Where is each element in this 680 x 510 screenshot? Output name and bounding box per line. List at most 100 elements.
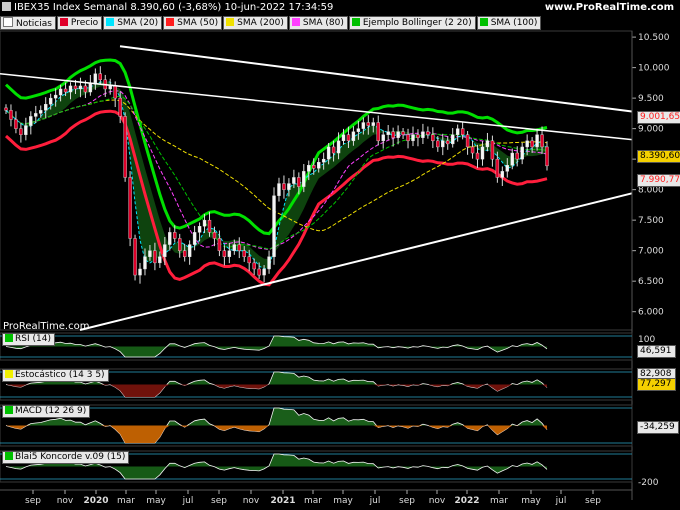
candle-body [326, 146, 331, 160]
watermark: ProRealTime.com [3, 321, 90, 332]
candle-body [475, 152, 480, 160]
candle-body [168, 232, 172, 245]
blai-label[interactable]: Blai5 Koncorde v.09 (15) [2, 451, 130, 464]
blai-swatch [5, 452, 13, 460]
candle-body [316, 161, 321, 169]
candle-body [232, 244, 237, 251]
candle-body [192, 232, 197, 245]
rsi-label-text: RSI (14) [15, 334, 51, 344]
candle-body [267, 256, 271, 270]
price-label-upper: 9.001,65 [637, 111, 680, 124]
candle-body [331, 146, 336, 154]
x-tick-label: 2020 [83, 496, 108, 506]
candle-body [88, 82, 93, 93]
candle-body [302, 171, 306, 187]
x-tick-label: jul [555, 496, 567, 506]
candle-body [371, 122, 375, 126]
candle-body [366, 122, 371, 126]
candle-body [138, 268, 142, 276]
candle-body [272, 195, 276, 257]
macd-value: -34,259 [637, 421, 679, 434]
x-tick-label: sep [211, 496, 227, 506]
candle-body [287, 183, 291, 190]
macd-label-text: MACD (12 26 9) [15, 406, 87, 416]
candle-body [386, 131, 390, 135]
candle-body [540, 134, 544, 148]
x-tick-label: nov [429, 496, 446, 506]
candle-body [401, 131, 405, 135]
candle-body [470, 146, 475, 154]
candle-body [515, 152, 519, 160]
candle-body [391, 131, 395, 138]
y-tick-label: 9.000 [638, 125, 664, 135]
indicator-panels: 100 -200 [0, 332, 659, 488]
candle-body [247, 256, 251, 264]
x-tick-label: may [333, 496, 353, 506]
macd-label[interactable]: MACD (12 26 9) [2, 405, 91, 418]
x-tick-label: sep [585, 496, 601, 506]
candle-body [4, 107, 8, 111]
candle-body [341, 134, 346, 142]
candle-body [396, 131, 400, 138]
candle-body [490, 140, 495, 160]
price-chart[interactable]: 10.50010.0009.5009.0008.5008.0007.5007.0… [0, 0, 680, 510]
candle-body [143, 256, 147, 270]
candle-body [202, 219, 207, 227]
candle-body [212, 232, 217, 239]
candle-body [78, 85, 83, 90]
candle-body [505, 165, 509, 172]
candle-body [187, 244, 192, 257]
candle-body [465, 134, 470, 148]
rsi-level-100: 100 [638, 335, 655, 345]
candle-body [426, 131, 430, 135]
candle-body [158, 256, 162, 264]
candle-body [14, 119, 18, 129]
candle-body [118, 97, 122, 117]
x-tick-label: mar [117, 496, 135, 506]
candle-body [207, 219, 212, 233]
candle-body [34, 113, 38, 117]
candle-body [148, 250, 152, 257]
x-tick-label: 2021 [270, 496, 295, 506]
candle-body [252, 262, 256, 270]
y-tick-label: 7.000 [638, 247, 664, 257]
candle-body [113, 85, 117, 99]
x-tick-label: sep [25, 496, 41, 506]
stoch-label[interactable]: Estocástico (14 3 5) [2, 369, 109, 382]
candle-body [53, 94, 58, 99]
candle-body [153, 250, 157, 264]
candle-body [262, 268, 266, 276]
rsi-label[interactable]: RSI (14) [2, 333, 55, 346]
candle-body [446, 140, 450, 145]
candle-body [19, 128, 23, 135]
candle-body [48, 97, 53, 105]
candle-body [217, 238, 222, 251]
x-tick-label: may [146, 496, 166, 506]
rsi-value: 46,591 [637, 345, 676, 358]
candle-body [257, 268, 261, 276]
candle-body [416, 134, 420, 138]
rsi-swatch [5, 334, 13, 342]
x-tick-label: sep [399, 496, 415, 506]
x-tick-label: mar [304, 496, 322, 506]
candle-body [346, 134, 351, 142]
candle-body [351, 131, 356, 142]
candle-body [123, 116, 127, 178]
candle-body [39, 110, 43, 114]
candle-body [525, 140, 529, 148]
candle-body [495, 158, 500, 178]
candle-body [321, 158, 326, 163]
candle-body [421, 131, 425, 138]
y-tick-label: 10.000 [638, 64, 670, 74]
candle-body [411, 134, 415, 142]
x-tick-label: nov [243, 496, 260, 506]
candle-body [73, 85, 78, 90]
candle-body [227, 250, 232, 257]
stoch-value-2: 77,297 [637, 378, 676, 391]
candle-body [480, 146, 485, 160]
candle-body [98, 73, 103, 81]
x-tick-label: nov [57, 496, 74, 506]
y-tick-label: 8.000 [638, 186, 664, 196]
candle-body [182, 250, 187, 257]
y-tick-label: 7.500 [638, 216, 664, 226]
